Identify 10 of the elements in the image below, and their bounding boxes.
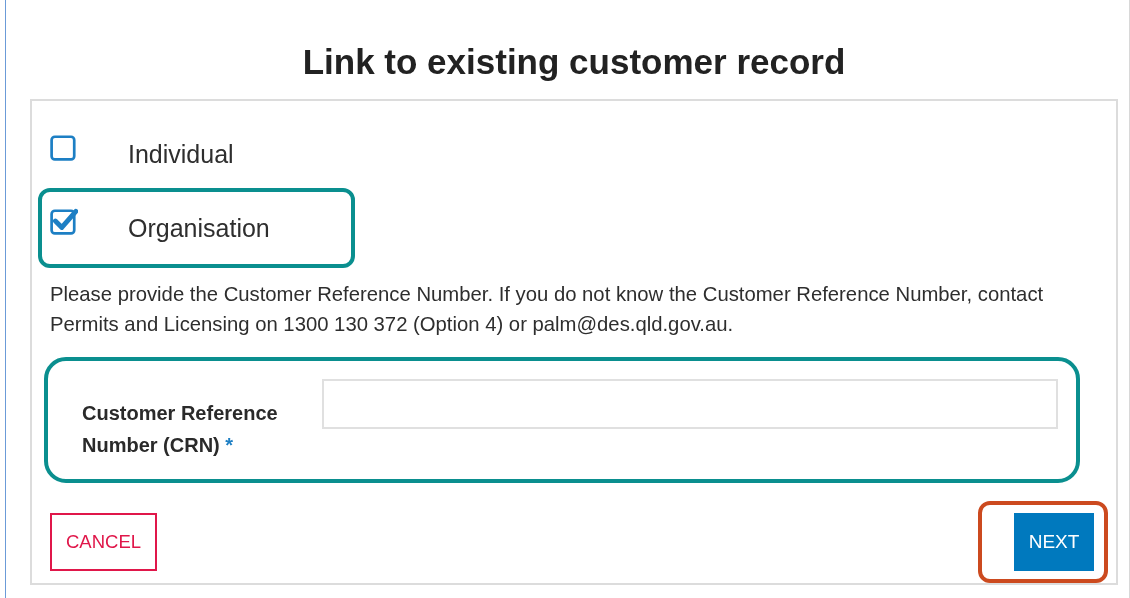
checkbox[interactable]	[50, 133, 78, 161]
checkbox[interactable]	[50, 207, 78, 235]
option-label: Individual	[128, 139, 234, 169]
cancel-button[interactable]: CANCEL	[50, 513, 158, 571]
instructions-text: Please provide the Customer Reference Number. If you do not know the Customer Reference Number, contact Permits and Licensing on 1300 130 372 (Option 4) or palm@des.qld.gov.au.	[50, 282, 1045, 337]
next-button[interactable]: NEXT	[1014, 513, 1094, 571]
input-field[interactable]	[322, 379, 1058, 429]
field-label: Customer Reference Number (CRN) *	[82, 401, 279, 458]
option-label: Organisation	[128, 213, 270, 243]
dialog-title: Link to existing customer record	[301, 41, 847, 83]
